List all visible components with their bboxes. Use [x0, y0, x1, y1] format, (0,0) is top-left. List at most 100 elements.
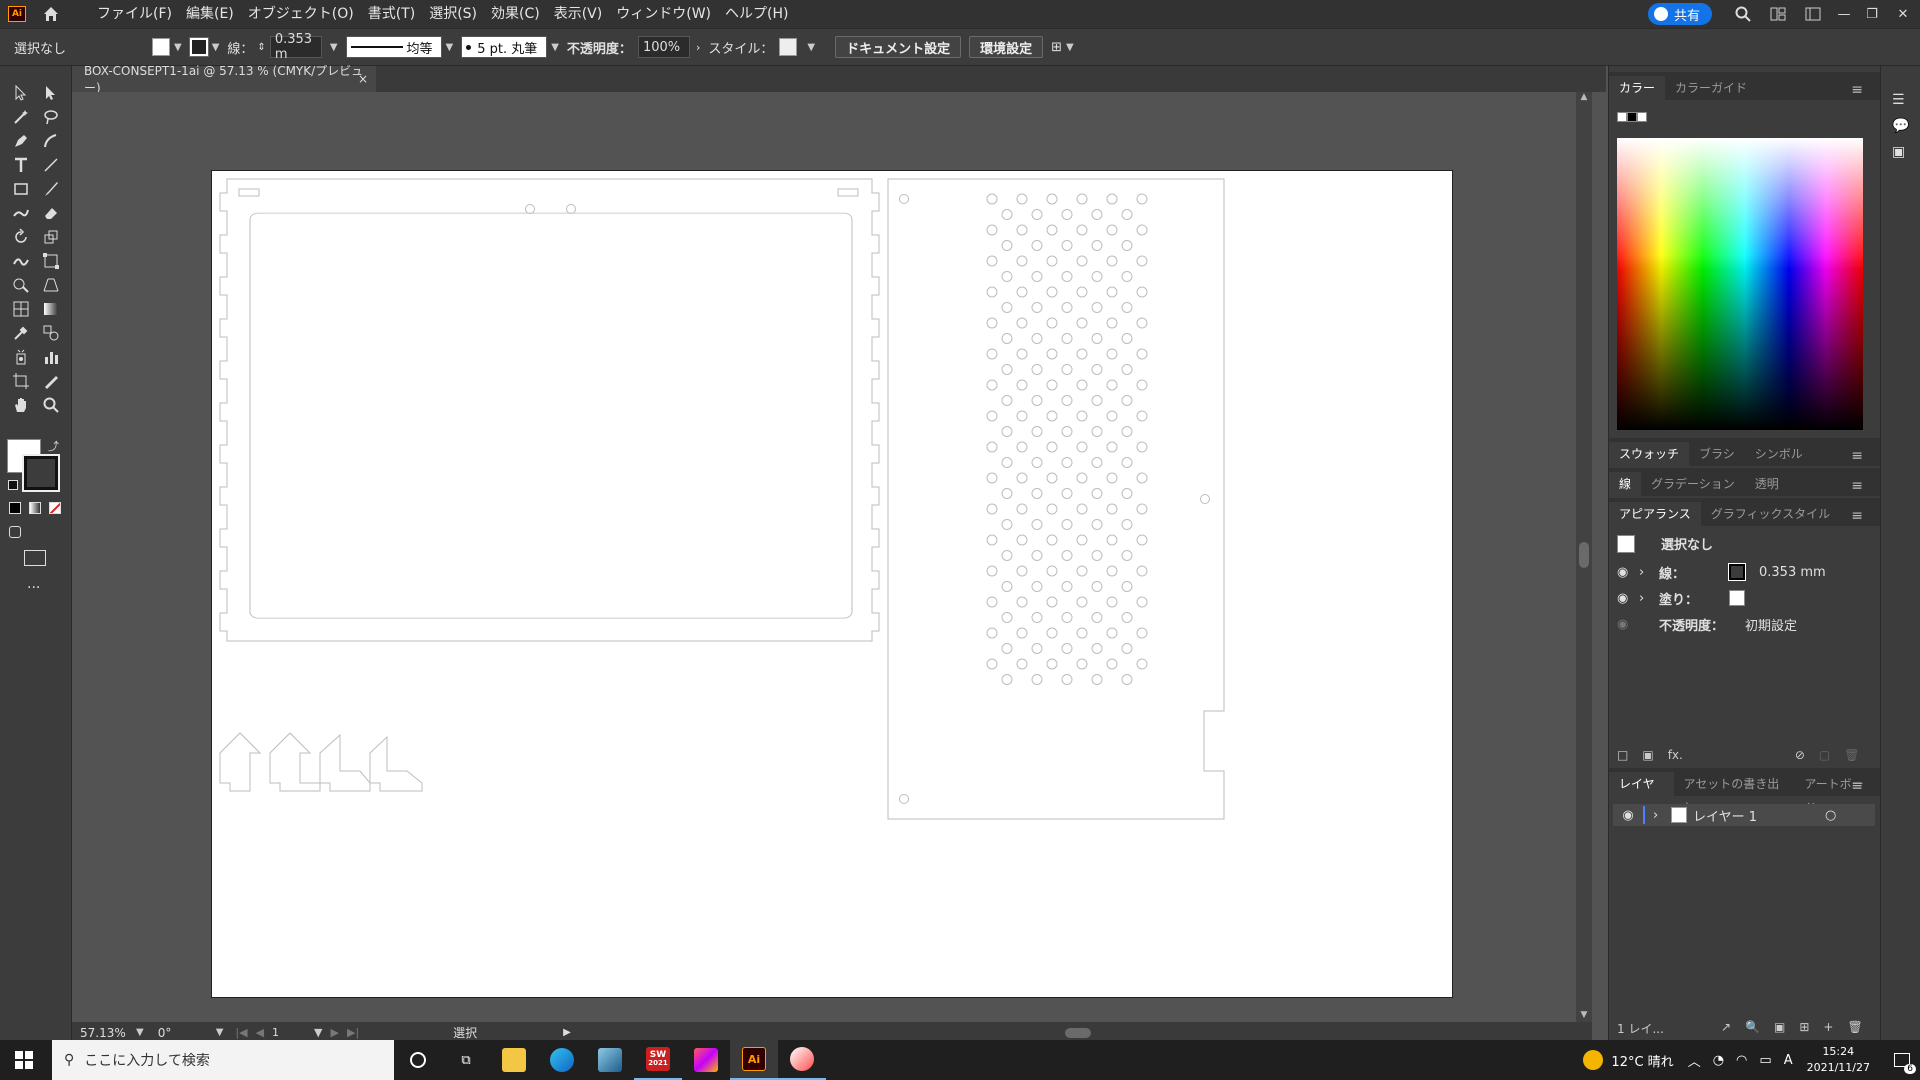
brush-control[interactable]: 5 pt. 丸筆 ▼	[461, 36, 559, 58]
panel-menu-icon[interactable]: ≡	[1841, 444, 1873, 468]
new-sublayer-icon[interactable]: ⊞	[1799, 1020, 1809, 1037]
layer-target-icon[interactable]: ○	[1825, 808, 1836, 823]
warp-tool-icon[interactable]	[8, 250, 34, 272]
opacity-row-value[interactable]: 初期設定	[1745, 615, 1797, 634]
add-stroke-icon[interactable]: □	[1617, 748, 1628, 762]
menu-window[interactable]: ウィンドウ(W)	[609, 0, 718, 28]
weather-text[interactable]: 12°C 晴れ	[1611, 1051, 1673, 1070]
search-icon[interactable]	[1726, 6, 1760, 22]
cortana-icon[interactable]	[394, 1040, 442, 1080]
color-fill-stroke-mini[interactable]	[1617, 112, 1647, 122]
panel-menu-icon[interactable]: ≡	[1841, 474, 1873, 498]
tab-layers[interactable]: レイヤー	[1609, 772, 1674, 815]
arrange-documents-icon[interactable]	[1760, 7, 1796, 21]
white-swatch[interactable]	[1637, 112, 1647, 122]
fill-control[interactable]: ▼	[152, 38, 182, 56]
taskbar-search-input[interactable]: ⚲ ここに入力して検索	[52, 1040, 394, 1080]
panel-menu-icon[interactable]: ≡	[1841, 774, 1873, 798]
close-tab-icon[interactable]: ×	[358, 72, 368, 86]
chevron-right-icon[interactable]: ›	[1653, 808, 1671, 823]
artboard[interactable]	[211, 170, 1453, 998]
tab-swatches[interactable]: スウォッチ	[1609, 442, 1690, 466]
stroke-swatch-control[interactable]: ▼	[188, 37, 220, 57]
preferences-button[interactable]: 環境設定	[969, 36, 1044, 58]
artboard-tool-icon[interactable]	[8, 370, 34, 392]
align-icon[interactable]: ⊞	[1051, 40, 1062, 55]
style-swatch[interactable]	[779, 38, 798, 56]
notes-app-icon[interactable]	[586, 1040, 634, 1080]
fill-swatch[interactable]	[152, 38, 170, 56]
menu-select[interactable]: 選択(S)	[422, 0, 484, 28]
perspective-grid-tool-icon[interactable]	[38, 274, 64, 296]
screen-mode-icon[interactable]	[24, 550, 46, 566]
first-artboard-icon[interactable]: |◀	[235, 1026, 247, 1039]
chevron-up-icon[interactable]: ︿	[1688, 1051, 1701, 1070]
stroke-profile-control[interactable]: 均等 ▼	[345, 36, 453, 58]
clock[interactable]: 15:24 2021/11/27	[1807, 1044, 1870, 1076]
curvature-tool-icon[interactable]	[38, 130, 64, 152]
layer-name[interactable]: レイヤー 1	[1693, 806, 1825, 825]
none-mode-icon[interactable]	[49, 502, 61, 514]
chevron-down-icon[interactable]: ▼	[551, 42, 559, 53]
eye-icon[interactable]: ◉	[1613, 808, 1643, 823]
rotate-tool-icon[interactable]	[8, 226, 34, 248]
canvas-area[interactable]: ▲ ▼	[72, 92, 1592, 1022]
chevron-down-icon[interactable]: ▼	[136, 1027, 144, 1038]
align-dropdown[interactable]: ⊞ ▼	[1051, 40, 1074, 55]
chevron-down-icon[interactable]: ▼	[314, 1026, 322, 1039]
export-icon[interactable]: ↗	[1721, 1020, 1731, 1037]
stroke-profile-select[interactable]: 均等	[345, 36, 442, 58]
swap-fill-stroke-icon[interactable]: ⤴	[48, 438, 59, 454]
paint-app-icon[interactable]	[778, 1040, 826, 1080]
tab-gradient[interactable]: グラデーション	[1641, 472, 1745, 496]
appearance-row-fill[interactable]: ◉ › 塗り：	[1617, 586, 1869, 610]
artwork[interactable]	[212, 171, 1454, 999]
libraries-icon[interactable]: ▣	[1892, 144, 1905, 160]
document-setup-button[interactable]: ドキュメント設定	[835, 36, 962, 58]
paintbrush-tool-icon[interactable]	[38, 178, 64, 200]
document-tab[interactable]: BOX-CONSEPT1-1ai @ 57.13 % (CMYK/プレビュー) …	[72, 64, 376, 95]
wifi-icon[interactable]: ◠	[1736, 1053, 1747, 1068]
free-transform-tool-icon[interactable]	[38, 250, 64, 272]
vertical-scrollbar[interactable]: ▲ ▼	[1576, 92, 1592, 1022]
zoom-field[interactable]: 57.13%	[80, 1026, 132, 1040]
brush-select[interactable]: 5 pt. 丸筆	[461, 36, 548, 58]
illustrator-icon[interactable]: Ai	[730, 1040, 778, 1080]
eye-icon[interactable]: ◉	[1617, 565, 1639, 580]
shape-builder-tool-icon[interactable]	[8, 274, 34, 296]
stroke-swatch[interactable]	[188, 37, 209, 57]
locate-object-icon[interactable]: 🔍	[1745, 1020, 1760, 1037]
shaper-tool-icon[interactable]	[8, 202, 34, 224]
eye-icon[interactable]: ◉	[1617, 591, 1639, 606]
chevron-right-icon[interactable]: ›	[696, 41, 700, 54]
menu-edit[interactable]: 編集(E)	[179, 0, 241, 28]
tab-appearance[interactable]: アピアランス	[1609, 502, 1701, 526]
scale-tool-icon[interactable]	[38, 226, 64, 248]
fill-row-swatch[interactable]	[1729, 590, 1745, 606]
tab-asset-export[interactable]: アセットの書き出し	[1674, 772, 1795, 815]
layer-row[interactable]: ◉ › レイヤー 1 ○	[1613, 804, 1875, 826]
creative-cloud-icon[interactable]	[682, 1040, 730, 1080]
tab-symbols[interactable]: シンボル	[1745, 442, 1813, 466]
appearance-row-stroke[interactable]: ◉ › 線： 0.353 mm	[1617, 560, 1869, 584]
notifications-icon[interactable]: 6	[1884, 1040, 1920, 1080]
tab-transparency[interactable]: 透明	[1745, 472, 1789, 496]
horizontal-scrollbar[interactable]	[579, 1026, 1579, 1040]
gradient-tool-icon[interactable]	[38, 298, 64, 320]
ime-indicator[interactable]: A	[1784, 1053, 1793, 1068]
new-layer-icon[interactable]: +	[1823, 1020, 1833, 1037]
file-explorer-icon[interactable]	[490, 1040, 538, 1080]
chevron-down-icon[interactable]: ▼	[216, 1027, 224, 1038]
chevron-down-icon[interactable]: ▼	[807, 42, 815, 53]
direct-selection-tool-icon[interactable]	[38, 82, 64, 104]
battery-icon[interactable]: ▭	[1759, 1053, 1771, 1068]
slice-tool-icon[interactable]	[38, 370, 64, 392]
rectangle-tool-icon[interactable]	[8, 178, 34, 200]
color-spectrum[interactable]	[1617, 138, 1863, 430]
panel-menu-icon[interactable]: ≡	[1841, 78, 1873, 102]
lasso-tool-icon[interactable]	[38, 106, 64, 128]
chevron-down-icon[interactable]: ▼	[212, 42, 220, 53]
artboard-number-field[interactable]: 1	[272, 1026, 306, 1039]
vertical-scroll-thumb[interactable]	[1579, 542, 1589, 568]
pen-tool-icon[interactable]	[8, 130, 34, 152]
